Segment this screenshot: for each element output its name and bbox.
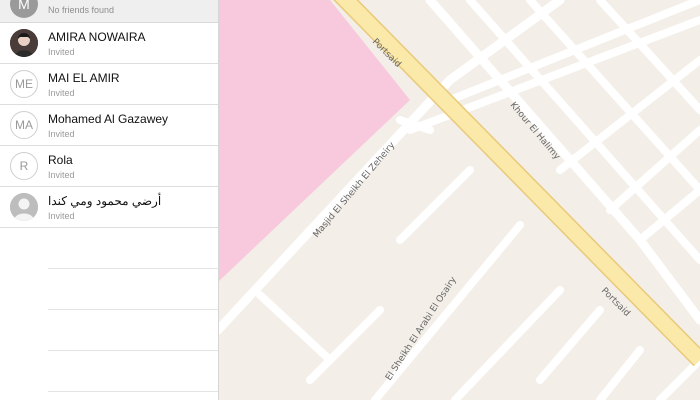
friends-panel: M No friends found AMIRA NOWAIRA Invited… bbox=[0, 0, 219, 400]
empty-list-row bbox=[48, 351, 218, 392]
friend-status: Invited bbox=[48, 129, 75, 139]
friend-row[interactable]: R Rola Invited bbox=[0, 146, 218, 187]
friend-name: AMIRA NOWAIRA bbox=[48, 30, 146, 44]
avatar: R bbox=[10, 152, 38, 180]
friend-name: MAI EL AMIR bbox=[48, 71, 120, 85]
friend-row[interactable]: MA Mohamed Al Gazawey Invited bbox=[0, 105, 218, 146]
friend-row[interactable]: ME MAI EL AMIR Invited bbox=[0, 64, 218, 105]
empty-list-row bbox=[48, 228, 218, 269]
friend-name: Rola bbox=[48, 153, 73, 167]
header-avatar: M bbox=[10, 0, 38, 18]
friend-status: Invited bbox=[48, 47, 75, 57]
profile-photo-icon bbox=[10, 29, 38, 57]
avatar: MA bbox=[10, 111, 38, 139]
avatar bbox=[10, 193, 38, 221]
empty-list-row bbox=[48, 269, 218, 310]
friend-status: Invited bbox=[48, 170, 75, 180]
friend-row[interactable]: AMIRA NOWAIRA Invited bbox=[0, 23, 218, 64]
empty-list-row bbox=[48, 310, 218, 351]
friend-name: Mohamed Al Gazawey bbox=[48, 112, 169, 126]
friends-status: No friends found bbox=[48, 5, 115, 15]
avatar bbox=[10, 29, 38, 57]
friends-header: M No friends found bbox=[0, 0, 218, 23]
friend-name: أرضي محمود ومي كندا bbox=[48, 194, 162, 208]
avatar: ME bbox=[10, 70, 38, 98]
friend-status: Invited bbox=[48, 88, 75, 98]
default-person-icon bbox=[10, 193, 38, 221]
friend-row[interactable]: أرضي محمود ومي كندا Invited bbox=[0, 187, 218, 228]
friend-status: Invited bbox=[48, 211, 75, 221]
